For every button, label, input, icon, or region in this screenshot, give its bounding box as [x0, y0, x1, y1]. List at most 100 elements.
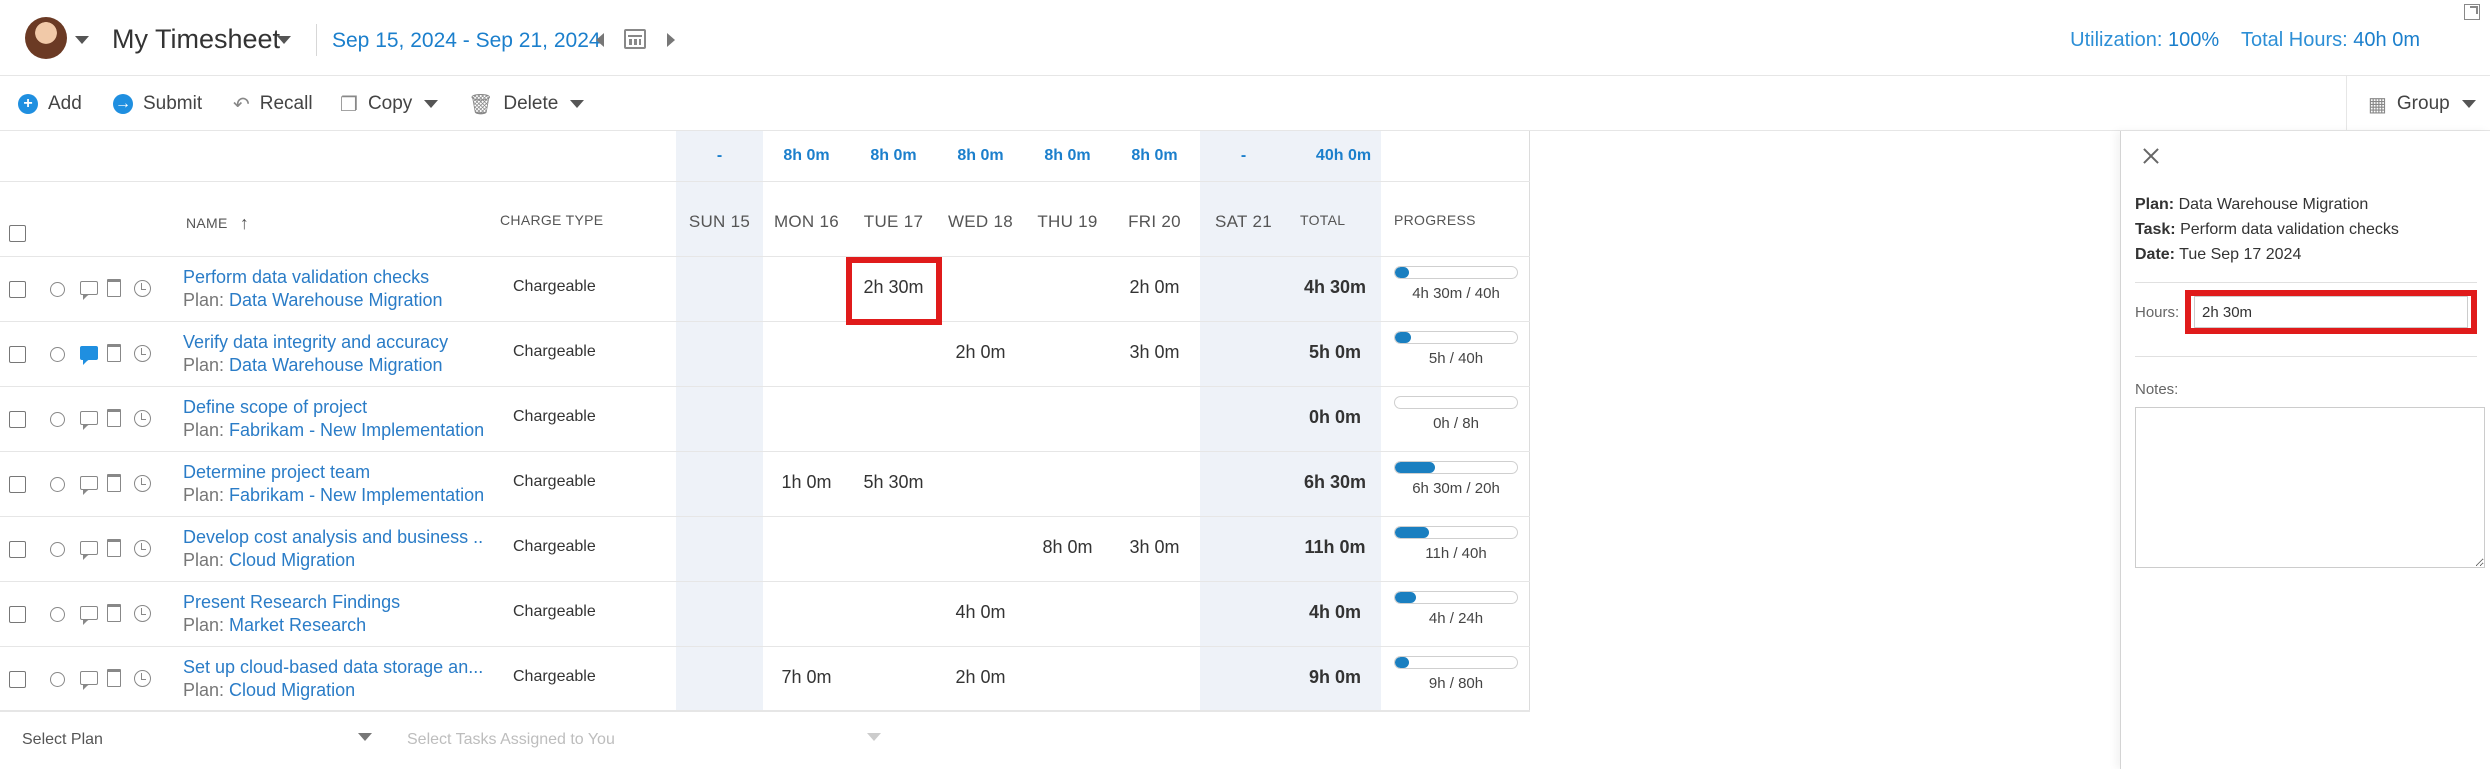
column-header-charge-type[interactable]: CHARGE TYPE — [500, 212, 603, 228]
plan-name-link[interactable]: Fabrikam - New Implementation — [229, 485, 484, 505]
table-row[interactable]: Define scope of project Plan: Fabrikam - … — [0, 387, 1530, 452]
charge-type[interactable]: Chargeable — [513, 603, 596, 621]
task-name-link[interactable]: Determine project team — [183, 462, 483, 483]
delete-button[interactable]: 🗑 Delete — [468, 90, 585, 118]
timer-icon[interactable] — [134, 670, 151, 687]
avatar-menu-chevron-down-icon[interactable] — [75, 36, 89, 44]
select-all-checkbox[interactable] — [9, 225, 26, 242]
select-tasks-dropdown[interactable]: Select Tasks Assigned to You — [407, 731, 615, 749]
timesheet-menu-chevron-down-icon[interactable] — [277, 36, 291, 44]
close-icon[interactable] — [2141, 146, 2161, 166]
hours-cell-thu[interactable]: 8h 0m — [1024, 537, 1111, 558]
column-header-tue[interactable]: TUE 17 — [850, 212, 937, 232]
trash-icon[interactable] — [107, 539, 121, 557]
table-row[interactable]: Determine project team Plan: Fabrikam - N… — [0, 452, 1530, 517]
add-button[interactable]: + Add — [18, 90, 82, 118]
task-name-link[interactable]: Perform data validation checks — [183, 267, 483, 288]
submit-button[interactable]: → Submit — [113, 90, 202, 118]
task-name-link[interactable]: Develop cost analysis and business ... — [183, 527, 483, 548]
select-tasks-chevron-down-icon[interactable] — [867, 733, 881, 741]
timer-icon[interactable] — [134, 410, 151, 427]
column-header-total[interactable]: TOTAL — [1300, 212, 1345, 228]
calendar-icon[interactable] — [624, 29, 646, 49]
hours-cell-fri[interactable]: 2h 0m — [1111, 277, 1198, 298]
trash-icon[interactable] — [107, 344, 121, 362]
comment-icon[interactable] — [80, 541, 98, 560]
next-week-icon[interactable] — [667, 33, 675, 47]
plan-name-link[interactable]: Data Warehouse Migration — [229, 355, 442, 375]
comment-icon[interactable] — [80, 281, 98, 300]
comment-icon[interactable] — [80, 476, 98, 495]
trash-icon[interactable] — [107, 604, 121, 622]
select-plan-dropdown[interactable]: Select Plan — [22, 731, 103, 749]
row-checkbox[interactable] — [9, 346, 26, 363]
column-header-mon[interactable]: MON 16 — [763, 212, 850, 232]
hours-cell-wed[interactable]: 2h 0m — [937, 342, 1024, 363]
column-header-thu[interactable]: THU 19 — [1024, 212, 1111, 232]
hours-cell-wed[interactable]: 2h 0m — [937, 667, 1024, 688]
sort-ascending-icon[interactable]: ↑ — [240, 213, 249, 234]
row-checkbox[interactable] — [9, 671, 26, 688]
hours-cell-fri[interactable]: 3h 0m — [1111, 537, 1198, 558]
timer-icon[interactable] — [134, 280, 151, 297]
status-circle-icon[interactable] — [50, 607, 65, 622]
expand-icon[interactable] — [2464, 4, 2480, 20]
copy-button[interactable]: ❐ Copy — [340, 90, 439, 118]
task-name-link[interactable]: Present Research Findings — [183, 592, 483, 613]
column-header-wed[interactable]: WED 18 — [937, 212, 1024, 232]
row-checkbox[interactable] — [9, 541, 26, 558]
task-name-link[interactable]: Set up cloud-based data storage an... — [183, 657, 483, 678]
row-checkbox[interactable] — [9, 411, 26, 428]
status-circle-icon[interactable] — [50, 412, 65, 427]
row-checkbox[interactable] — [9, 281, 26, 298]
hours-cell-wed[interactable]: 4h 0m — [937, 602, 1024, 623]
plan-name-link[interactable]: Cloud Migration — [229, 680, 355, 700]
status-circle-icon[interactable] — [50, 282, 65, 297]
column-header-progress[interactable]: PROGRESS — [1394, 212, 1476, 228]
timer-icon[interactable] — [134, 605, 151, 622]
row-checkbox[interactable] — [9, 606, 26, 623]
timer-icon[interactable] — [134, 345, 151, 362]
status-circle-icon[interactable] — [50, 347, 65, 362]
column-header-fri[interactable]: FRI 20 — [1111, 212, 1198, 232]
charge-type[interactable]: Chargeable — [513, 538, 596, 556]
table-row[interactable]: Verify data integrity and accuracy Plan: … — [0, 322, 1530, 387]
notes-textarea[interactable] — [2135, 407, 2485, 568]
hours-cell-fri[interactable]: 3h 0m — [1111, 342, 1198, 363]
plan-name-link[interactable]: Cloud Migration — [229, 550, 355, 570]
table-row[interactable]: Perform data validation checks Plan: Data… — [0, 257, 1530, 322]
charge-type[interactable]: Chargeable — [513, 473, 596, 491]
table-row[interactable]: Set up cloud-based data storage an... Pla… — [0, 647, 1530, 712]
recall-button[interactable]: ↶ Recall — [233, 90, 313, 118]
select-plan-chevron-down-icon[interactable] — [358, 733, 372, 741]
status-circle-icon[interactable] — [50, 672, 65, 687]
trash-icon[interactable] — [107, 279, 121, 297]
plan-name-link[interactable]: Market Research — [229, 615, 366, 635]
task-name-link[interactable]: Define scope of project — [183, 397, 483, 418]
comment-icon[interactable] — [80, 346, 98, 365]
timer-icon[interactable] — [134, 475, 151, 492]
user-avatar[interactable] — [25, 17, 67, 59]
plan-name-link[interactable]: Fabrikam - New Implementation — [229, 420, 484, 440]
comment-icon[interactable] — [80, 671, 98, 690]
group-button[interactable]: ▦ Group — [2368, 90, 2476, 118]
timer-icon[interactable] — [134, 540, 151, 557]
charge-type[interactable]: Chargeable — [513, 343, 596, 361]
column-header-sun[interactable]: SUN 15 — [676, 212, 763, 232]
charge-type[interactable]: Chargeable — [513, 278, 596, 296]
table-row[interactable]: Develop cost analysis and business ... Pl… — [0, 517, 1530, 582]
trash-icon[interactable] — [107, 409, 121, 427]
trash-icon[interactable] — [107, 669, 121, 687]
page-title[interactable]: My Timesheet — [112, 24, 280, 55]
column-header-name[interactable]: NAME ↑ — [186, 212, 249, 233]
charge-type[interactable]: Chargeable — [513, 668, 596, 686]
charge-type[interactable]: Chargeable — [513, 408, 596, 426]
date-range[interactable]: Sep 15, 2024 - Sep 21, 2024 — [332, 29, 601, 53]
hours-cell-tue[interactable]: 5h 30m — [850, 472, 937, 493]
comment-icon[interactable] — [80, 606, 98, 625]
plan-name-link[interactable]: Data Warehouse Migration — [229, 290, 442, 310]
task-name-link[interactable]: Verify data integrity and accuracy — [183, 332, 483, 353]
hours-cell-mon[interactable]: 1h 0m — [763, 472, 850, 493]
table-row[interactable]: Present Research Findings Plan: Market Re… — [0, 582, 1530, 647]
column-header-sat[interactable]: SAT 21 — [1200, 212, 1287, 232]
